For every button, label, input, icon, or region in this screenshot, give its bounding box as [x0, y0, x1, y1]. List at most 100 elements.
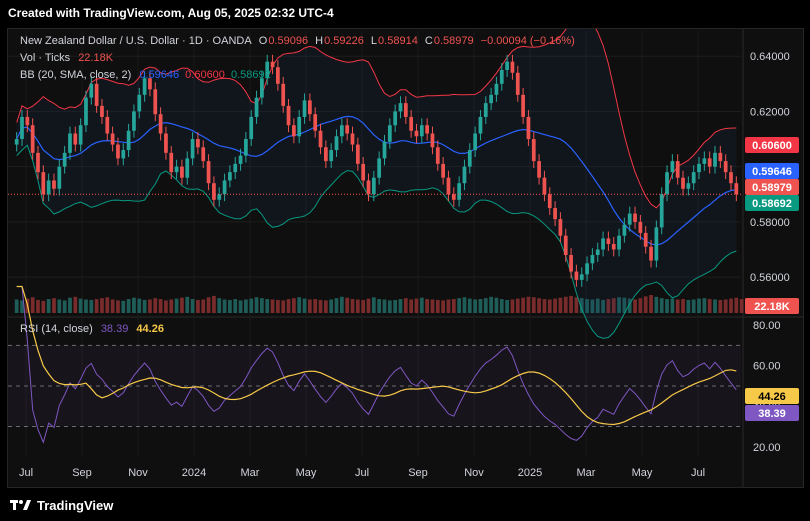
- candle-body: [537, 161, 541, 178]
- high-label: H: [315, 35, 324, 47]
- candle-body: [244, 139, 248, 156]
- candle-body: [617, 235, 621, 250]
- candle-body: [238, 155, 243, 164]
- candle-body: [702, 158, 707, 164]
- candle-body: [553, 208, 557, 220]
- bb-lower-value: 0.58692: [230, 69, 271, 81]
- candle-body: [499, 69, 504, 84]
- legend-ohlc: New Zealand Dollar / U.S. Dollar · 1D · …: [20, 35, 576, 47]
- candle-body: [542, 177, 547, 195]
- volume-bar: [148, 299, 152, 313]
- volume-bar: [329, 299, 334, 313]
- candle-body: [382, 141, 387, 159]
- candle-body: [670, 161, 675, 173]
- candle-body: [25, 116, 30, 126]
- legend-rsi: RSI (14, close) 38.39 44.26: [20, 323, 165, 335]
- chart-panel[interactable]: 0.640000.620000.600000.580000.5600080.00…: [7, 28, 804, 488]
- bb-label: BB (20, SMA, close, 2): [20, 69, 132, 81]
- candle-body: [393, 111, 398, 126]
- candle-body: [361, 163, 366, 181]
- volume-bar: [430, 299, 435, 313]
- volume-bar: [36, 299, 40, 313]
- volume-bar: [281, 300, 286, 313]
- credit-text: Created with TradingView.com, Aug 05, 20…: [8, 6, 334, 20]
- volume-bar: [233, 299, 238, 313]
- time-tick-label: May: [632, 467, 653, 479]
- volume-bar: [510, 299, 515, 313]
- volume-bar: [339, 296, 344, 313]
- volume-bar: [713, 299, 717, 313]
- candle-body: [451, 194, 456, 200]
- volume-bar: [643, 296, 648, 313]
- candle-body: [697, 163, 701, 173]
- volume-bar: [547, 299, 552, 313]
- volume-bar: [505, 299, 509, 313]
- volume-bar: [654, 296, 659, 313]
- volume-bar: [78, 298, 83, 313]
- volume-bar: [387, 300, 392, 313]
- volume-bar: [435, 299, 440, 313]
- volume-bar: [249, 298, 254, 313]
- volume-bar: [355, 299, 360, 313]
- candle-body: [132, 111, 136, 131]
- candle-body: [89, 83, 94, 98]
- candle-body: [180, 166, 184, 178]
- chart-svg[interactable]: 0.640000.620000.600000.580000.5600080.00…: [8, 29, 803, 487]
- candle-body: [505, 61, 509, 70]
- volume-bar: [121, 300, 126, 313]
- volume-bar: [409, 299, 414, 313]
- candle-body: [217, 194, 222, 200]
- candle-body: [526, 116, 531, 140]
- candle-body: [20, 116, 24, 140]
- candle-body: [276, 67, 280, 84]
- candle-body: [590, 255, 595, 264]
- volume-bar: [494, 297, 499, 313]
- volume-bar: [169, 299, 174, 313]
- volume-bar: [398, 299, 403, 313]
- volume-bar: [499, 299, 504, 313]
- volume-bar: [734, 297, 739, 313]
- candle-body: [483, 103, 488, 117]
- volume-bar: [707, 299, 712, 313]
- candle-body: [350, 133, 355, 145]
- volume-bar: [73, 296, 78, 313]
- candle-body: [174, 166, 179, 173]
- candle-body: [169, 152, 174, 173]
- candle-body: [249, 116, 254, 140]
- volume-label: Vol · Ticks: [20, 52, 71, 64]
- volume-bar: [142, 299, 147, 313]
- tradingview-footer[interactable]: TradingView: [0, 489, 810, 521]
- candle-body: [654, 227, 659, 261]
- badge-rsi-ma: 44.26: [758, 391, 786, 403]
- volume-bar: [521, 297, 525, 313]
- candle-body: [281, 83, 286, 106]
- candle-body: [489, 94, 493, 104]
- candle-body: [579, 274, 584, 280]
- volume-bar: [307, 299, 312, 313]
- time-axis[interactable]: Jul Sep Nov 2024 Mar May Jul Sep Nov 2025 Mar May Ju…: [19, 467, 705, 479]
- candle-body: [718, 152, 723, 162]
- volume-bar: [68, 297, 72, 313]
- rsi-tick-label: 20.00: [753, 442, 781, 454]
- volume-bar: [158, 299, 163, 313]
- candle-body: [164, 133, 168, 153]
- low-value: 0.58914: [378, 35, 418, 47]
- volume-bar: [57, 299, 62, 313]
- volume-bar: [569, 295, 573, 313]
- volume-bar: [265, 299, 270, 313]
- volume-bar: [126, 299, 131, 313]
- volume-bar: [100, 298, 104, 313]
- volume-bar: [196, 299, 200, 313]
- candle-body: [366, 180, 371, 195]
- candle-body: [467, 150, 472, 167]
- candle-body: [254, 97, 259, 117]
- volume-bar: [670, 298, 675, 313]
- candle-body: [414, 130, 419, 137]
- time-tick-label: Sep: [408, 467, 428, 479]
- volume-bar: [30, 297, 35, 313]
- candle-body: [116, 144, 120, 159]
- volume-bar: [313, 299, 318, 313]
- volume-bar: [254, 297, 259, 313]
- open-label: O: [258, 35, 268, 47]
- volume-bar: [137, 298, 142, 313]
